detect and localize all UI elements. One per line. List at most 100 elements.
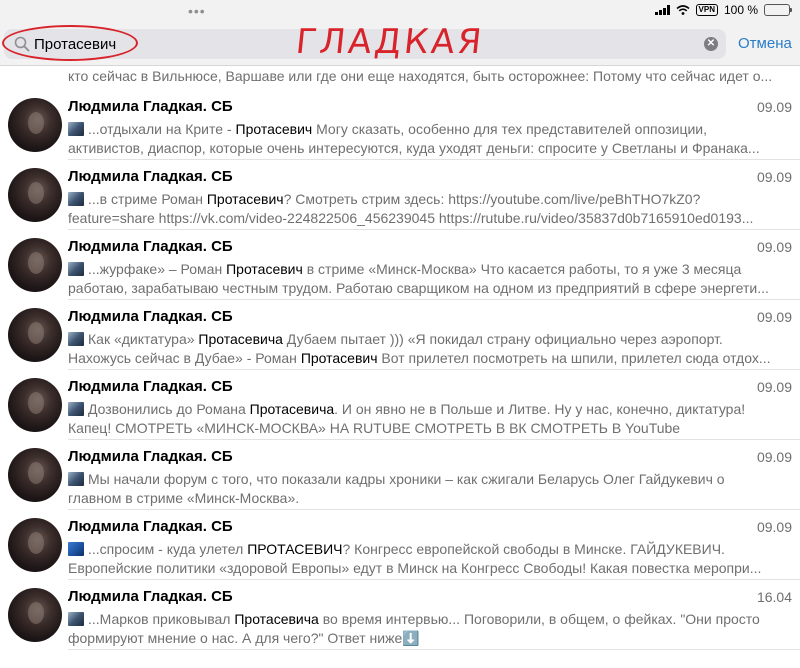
snippet-line-2: Европейские политики «здоровой Европы» е… [68,559,788,578]
snippet-text: формируют мнение о нас. А для чего?" Отв… [68,630,420,646]
message-date: 09.09 [756,169,792,185]
search-match-highlight: Протасевич [206,191,284,207]
media-thumbnail-icon [68,332,84,346]
media-thumbnail-icon [68,192,84,206]
result-row[interactable]: Людмила Гладкая. СБ 09.09 Мы начали форум … [0,440,800,510]
snippet-text: активистов, диаспор, которые очень интер… [68,140,760,156]
cellular-signal-icon [654,5,670,15]
snippet-text: feature=share https://vk.com/video-22482… [68,210,754,226]
search-match-highlight: Протасевича [198,331,283,347]
avatar [8,518,62,572]
media-thumbnail-icon [68,262,84,276]
snippet-text: . И он явно не в Польше и Литве. Ну у на… [334,401,746,417]
snippet-line-1: Мы начали форум с того, что показали кад… [68,470,788,489]
snippet-text: главном в стриме «Минск-Москва». [68,490,300,506]
search-match-highlight: Протасевич [226,261,303,277]
snippet-line-1: ...спросим - куда улетел ПРОТАСЕВИЧ? Кон… [68,540,788,559]
message-date: 16.04 [756,589,792,605]
snippet-text: во время интервью... Поговорили, в общем… [318,611,760,627]
message-date: 09.09 [756,449,792,465]
snippet-text: Нахожусь сейчас в Дубае» - Роман [68,350,301,366]
sender-name: Людмила Гладкая. СБ [68,378,233,395]
search-match-highlight: Протасевич [235,121,313,137]
message-snippet: Дозвонились до Романа Протасевича. И он … [68,400,788,438]
snippet-text: ? Конгресс европейской свободы в Минске.… [342,541,725,557]
snippet-text: Капец! СМОТРЕТЬ «МИНСК-МОСКВА» НА RUTUBE… [68,420,681,436]
result-row[interactable]: Людмила Гладкая. СБ 16.04 ...Марков приков… [0,580,800,650]
message-snippet: ...спросим - куда улетел ПРОТАСЕВИЧ? Кон… [68,540,788,578]
snippet-text: Могу сказать, особенно для тех представи… [312,121,708,137]
search-icon [14,36,30,52]
message-snippet: Мы начали форум с того, что показали кад… [68,470,788,508]
message-snippet: ...Марков приковывал Протасевича во врем… [68,610,788,648]
snippet-text: ...Марков приковывал [88,611,235,627]
result-row[interactable]: Людмила Гладкая. СБ 09.09 Как «диктатура» … [0,300,800,370]
snippet-line-1: Как «диктатура» Протасевича Дубаем пытае… [68,330,788,349]
snippet-text: Европейские политики «здоровой Европы» е… [68,560,762,576]
sender-name: Людмила Гладкая. СБ [68,448,233,465]
sender-name: Людмила Гладкая. СБ [68,238,233,255]
search-match-highlight: Протасевича [234,611,319,627]
snippet-text: ...спросим - куда улетел [88,541,248,557]
snippet-line-2: главном в стриме «Минск-Москва». [68,489,788,508]
avatar [8,238,62,292]
sender-name: Людмила Гладкая. СБ [68,518,233,535]
result-row[interactable]: Людмила Гладкая. СБ 09.09 ...спросим - куд… [0,510,800,580]
snippet-line-1: Дозвонились до Романа Протасевича. И он … [68,400,788,419]
snippet-text: ...журфаке» – Роман [88,261,227,277]
partial-result-snippet: кто сейчас в Вильнюсе, Варшаве или где о… [68,68,773,84]
result-row[interactable]: Людмила Гладкая. СБ 09.09 ...журфаке» – Ро… [0,230,800,300]
message-snippet: ...журфаке» – Роман Протасевич в стриме … [68,260,788,298]
message-date: 09.09 [756,309,792,325]
media-thumbnail-icon [68,542,84,556]
message-snippet: Как «диктатура» Протасевича Дубаем пытае… [68,330,788,368]
snippet-line-1: ...Марков приковывал Протасевича во врем… [68,610,788,629]
snippet-text: Дозвонились до Романа [88,401,250,417]
search-results-list: кто сейчас в Вильнюсе, Варшаве или где о… [0,66,800,668]
search-match-highlight: Протасевича [249,401,335,417]
message-date: 09.09 [756,239,792,255]
avatar [8,448,62,502]
result-row[interactable]: Людмила Гладкая. СБ 09.09 Дозвонились до Р… [0,370,800,440]
snippet-text: Вот прилетел посмотреть на шпили, прилет… [377,350,771,366]
avatar [8,98,62,152]
status-indicators: VPN 100 % [654,3,792,17]
battery-percent: 100 % [723,3,758,17]
snippet-text: работаю, зарабатываю честным трудом. Раб… [68,280,769,296]
snippet-text: Мы начали форум с того, что показали кад… [88,471,725,487]
media-thumbnail-icon [68,472,84,486]
snippet-line-1: ...журфаке» – Роман Протасевич в стриме … [68,260,788,279]
message-date: 09.09 [756,99,792,115]
handwritten-annotation: ГЛАДКАЯ [293,22,487,62]
snippet-text: ...в стриме Роман [88,191,207,207]
avatar [8,588,62,642]
snippet-text: Как «диктатура» [88,331,199,347]
multitask-dots[interactable]: ••• [188,3,206,19]
snippet-line-2: feature=share https://vk.com/video-22482… [68,209,788,228]
sender-name: Людмила Гладкая. СБ [68,308,233,325]
row-divider [68,649,800,650]
result-row[interactable]: Людмила Гладкая. СБ 09.09 ...в стриме Рома… [0,160,800,230]
battery-icon [764,4,792,16]
snippet-text: ...отдыхали на Крите - [88,121,236,137]
message-date: 09.09 [756,379,792,395]
snippet-line-2: Нахожусь сейчас в Дубае» - Роман Протасе… [68,349,788,368]
snippet-text: Дубаем пытает ))) «Я покидал страну офиц… [282,331,723,347]
search-match-highlight: Протасевич [300,350,378,366]
avatar [8,168,62,222]
message-snippet: ...отдыхали на Крите - Протасевич Могу с… [68,120,788,158]
result-row[interactable]: Людмила Гладкая. СБ 09.09 ...отдыхали на К… [0,90,800,160]
message-date: 09.09 [756,519,792,535]
media-thumbnail-icon [68,402,84,416]
snippet-line-1: ...отдыхали на Крите - Протасевич Могу с… [68,120,788,139]
snippet-text: в стриме «Минск-Москва» Что касается раб… [302,261,742,277]
vpn-badge: VPN [695,4,718,16]
cancel-button[interactable]: Отмена [738,35,792,52]
avatar [8,378,62,432]
sender-name: Людмила Гладкая. СБ [68,98,233,115]
search-bar: ✕ Отмена ГЛАДКАЯ [0,22,800,66]
clear-search-icon[interactable]: ✕ [704,37,718,51]
snippet-line-2: работаю, зарабатываю честным трудом. Раб… [68,279,788,298]
snippet-line-2: активистов, диаспор, которые очень интер… [68,139,788,158]
media-thumbnail-icon [68,122,84,136]
